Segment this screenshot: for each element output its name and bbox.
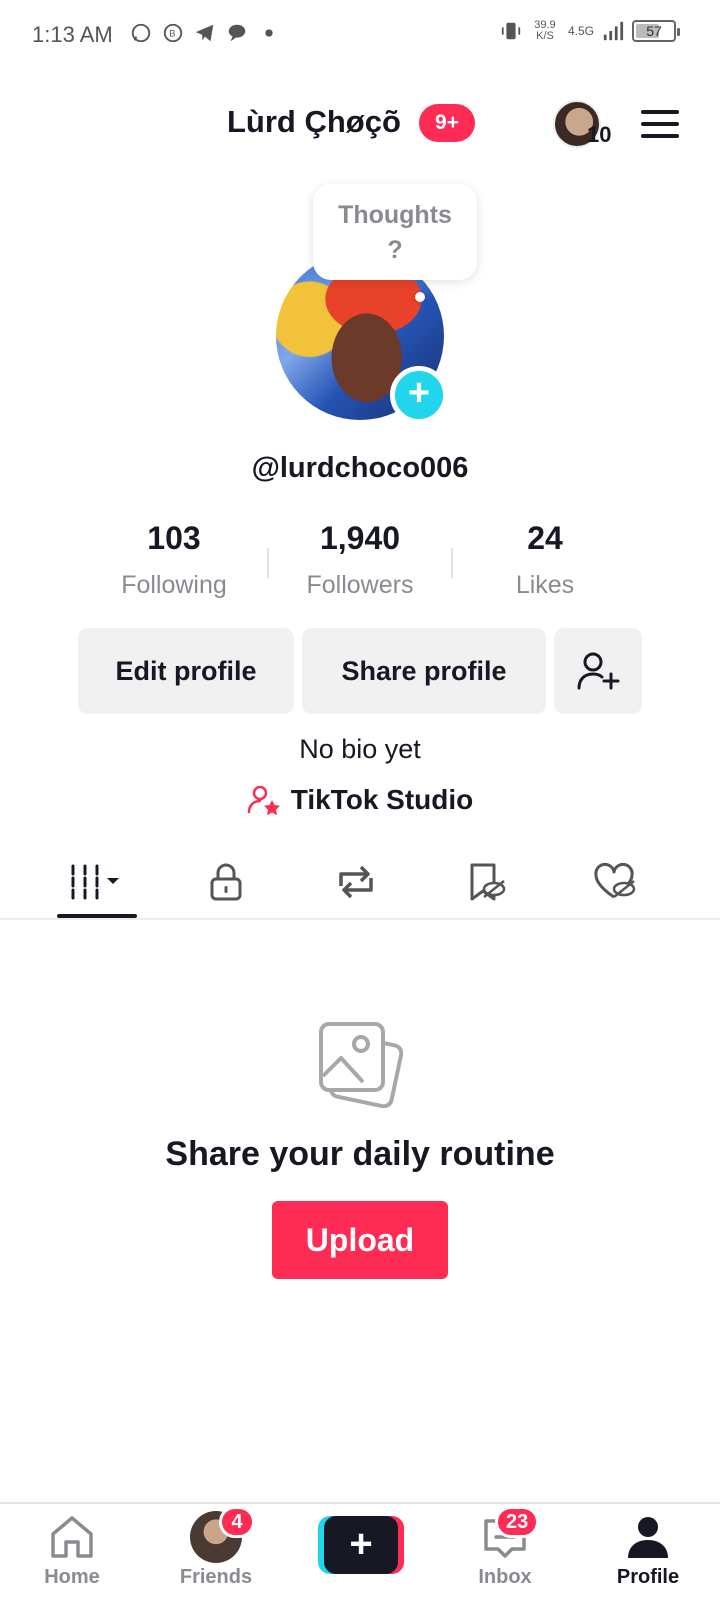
stat-label: Following — [121, 571, 227, 599]
upload-button[interactable]: Upload — [272, 1201, 448, 1279]
stat-value: 103 — [147, 520, 201, 556]
account-switcher-count: 10 — [587, 122, 612, 147]
stat-followers[interactable]: 1,940 Followers — [270, 520, 450, 600]
tab-reposts[interactable] — [316, 852, 396, 912]
photo-stack-icon — [319, 1022, 403, 1108]
favorites-hidden-icon — [470, 863, 506, 901]
active-tab-indicator — [57, 914, 137, 918]
content-tabs — [0, 848, 720, 920]
edit-profile-button[interactable]: Edit profile — [78, 628, 294, 714]
tiktok-studio-link[interactable]: TikTok Studio — [0, 784, 720, 816]
notification-badge[interactable]: 9+ — [419, 104, 475, 142]
nav-profile[interactable]: Profile — [588, 1512, 708, 1589]
nav-profile-label: Profile — [616, 1566, 680, 1588]
home-icon — [51, 1516, 93, 1558]
menu-icon[interactable] — [641, 110, 679, 138]
menu-bar — [641, 134, 679, 138]
tiktok-studio-label: TikTok Studio — [290, 784, 474, 815]
username: @lurdchoco006 — [251, 452, 469, 484]
liked-hidden-icon — [594, 862, 636, 899]
vibrate-icon — [501, 22, 521, 40]
add-user-icon — [577, 652, 620, 690]
chat-icon — [228, 24, 246, 42]
tab-private[interactable] — [186, 852, 266, 912]
grid-icon — [71, 864, 119, 900]
plus-icon: + — [324, 1516, 398, 1574]
tab-favorites[interactable] — [446, 852, 526, 912]
thoughts-text: Thoughts ? — [338, 201, 452, 264]
menu-bar — [641, 122, 679, 126]
tab-videos[interactable] — [57, 852, 137, 912]
profile-header: Lùrd Çhøçõ 9+ 10 — [0, 92, 720, 152]
nav-friends-label: Friends — [179, 1566, 253, 1588]
stat-value: 1,940 — [319, 520, 401, 556]
empty-state-title: Share your daily routine — [165, 1135, 555, 1173]
dot-icon — [265, 29, 273, 37]
lock-icon — [210, 863, 242, 901]
friends-badge: 4 — [219, 1506, 255, 1538]
bottom-navigation: Home Friends 4 + Inbox 23 Profile — [0, 1502, 720, 1600]
profile-stats: 103 Following 1,940 Followers 24 Likes — [0, 520, 720, 600]
nav-friends[interactable]: Friends — [156, 1511, 276, 1589]
stat-divider — [451, 548, 453, 578]
tab-liked[interactable] — [575, 852, 655, 912]
create-button[interactable]: + — [318, 1516, 404, 1574]
creator-star-icon — [247, 785, 280, 816]
stat-label: Followers — [306, 571, 414, 599]
nav-inbox-label: Inbox — [478, 1566, 532, 1588]
whatsapp-business-icon: B — [163, 23, 183, 43]
nav-home[interactable]: Home — [12, 1512, 132, 1589]
network-speed-unit: K/S — [536, 30, 554, 42]
menu-bar — [641, 110, 679, 114]
status-time: 1:13 AM — [32, 22, 113, 47]
inbox-badge: 23 — [495, 1506, 540, 1538]
system-status: 39.9 K/S 4.5G 57 — [500, 20, 680, 42]
stat-likes[interactable]: 24 Likes — [455, 520, 635, 600]
signal-icon — [603, 21, 624, 41]
notification-icons: B — [130, 22, 280, 44]
svg-text:B: B — [169, 29, 175, 39]
status-bar: 1:13 AM B 39.9 K/S 4.5G 57 — [0, 0, 720, 72]
stat-divider — [267, 548, 269, 578]
profile-icon — [628, 1517, 668, 1558]
thoughts-bubble[interactable]: Thoughts ? — [313, 184, 477, 280]
bio-text[interactable]: No bio yet — [0, 734, 720, 765]
telegram-icon — [195, 24, 214, 42]
repost-icon — [339, 865, 373, 899]
stat-value: 24 — [527, 520, 563, 556]
add-photo-button[interactable]: + — [390, 366, 448, 424]
network-speed: 39.9 K/S — [530, 20, 560, 42]
stat-following[interactable]: 103 Following — [84, 520, 264, 600]
share-profile-button[interactable]: Share profile — [302, 628, 546, 714]
network-type: 4.5G — [567, 24, 594, 38]
stat-label: Likes — [515, 571, 575, 599]
battery-indicator: 57 — [632, 20, 680, 42]
add-friend-button[interactable] — [554, 628, 642, 714]
battery-level: 57 — [646, 23, 662, 39]
thoughts-bubble-tail — [415, 292, 425, 302]
nav-home-label: Home — [44, 1566, 100, 1588]
whatsapp-icon — [131, 23, 151, 43]
display-name[interactable]: Lùrd Çhøçõ — [227, 104, 401, 140]
